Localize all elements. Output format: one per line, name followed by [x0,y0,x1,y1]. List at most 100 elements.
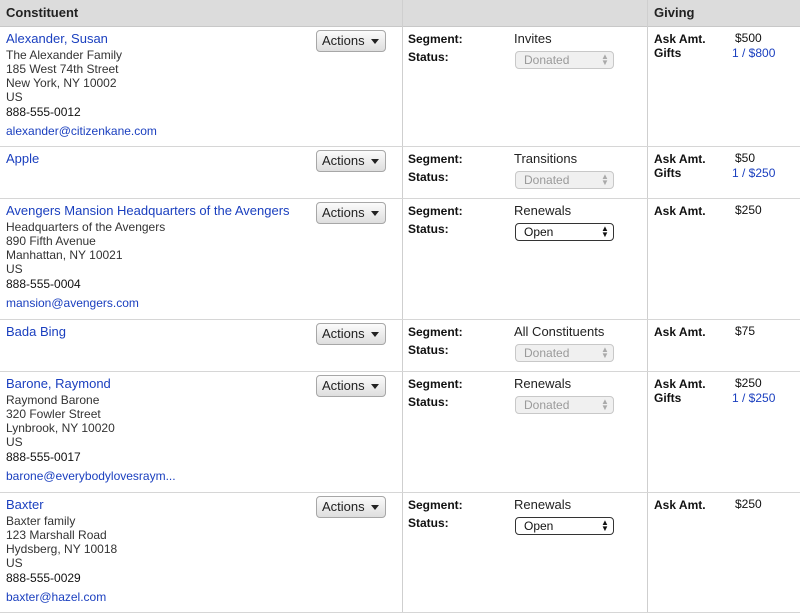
ask-amount-label: Ask Amt. [654,152,706,166]
ask-amount-label: Ask Amt. [654,204,706,218]
ask-amount-value: $50 [735,151,756,165]
table-row: Bada Bing Actions Segment: All Constituents… [0,320,800,372]
table-row: Barone, Raymond Raymond Barone 320 Fowler … [0,372,800,493]
actions-label: Actions [322,153,365,168]
constituent-table: Constituent Giving Alexander, Susan The A… [0,0,800,613]
status-value: Donated [524,53,570,67]
address-line: 320 Fowler Street [6,407,101,421]
constituent-name-link[interactable]: Bada Bing [6,324,66,339]
gifts-label: Gifts [654,166,682,180]
chevron-down-icon [371,332,379,337]
ask-amount-label: Ask Amt. [654,377,706,391]
address-line: 123 Marshall Road [6,528,107,542]
table-header: Constituent Giving [0,0,800,27]
address-line: The Alexander Family [6,48,123,62]
status-select: Donated ▲ ▼ [515,396,614,414]
phone-number: 888-555-0029 [6,571,81,585]
email-link[interactable]: alexander@citizenkane.com [6,124,157,138]
address-line: Lynbrook, NY 10020 [6,421,115,435]
segment-value: Renewals [514,376,572,391]
phone-number: 888-555-0004 [6,277,81,291]
ask-amount-label: Ask Amt. [654,32,706,46]
header-giving: Giving [654,5,695,20]
email-link[interactable]: baxter@hazel.com [6,590,106,604]
select-arrows-icon: ▲ ▼ [601,52,609,67]
status-value: Donated [524,173,570,187]
segment-label: Segment: [408,204,463,218]
segment-value: Invites [514,31,552,46]
actions-label: Actions [322,378,365,393]
ask-amount-value: $500 [735,31,762,45]
constituent-name-link[interactable]: Avengers Mansion Headquarters of the Ave… [6,203,290,218]
constituent-name-link[interactable]: Apple [6,151,39,166]
select-arrows-icon: ▲ ▼ [601,345,609,360]
actions-button[interactable]: Actions [316,202,386,224]
status-label: Status: [408,50,449,64]
address-line: Manhattan, NY 10021 [6,248,123,262]
segment-label: Segment: [408,325,463,339]
status-value: Donated [524,346,570,360]
email-link[interactable]: barone@everybodylovesraym... [6,469,176,483]
actions-button[interactable]: Actions [316,323,386,345]
select-arrows-icon: ▲ ▼ [601,172,609,187]
actions-button[interactable]: Actions [316,150,386,172]
status-select: Donated ▲ ▼ [515,171,614,189]
address-line: US [6,262,23,276]
chevron-down-icon [371,505,379,510]
gifts-link[interactable]: 1 / $250 [732,391,775,405]
status-label: Status: [408,170,449,184]
actions-button[interactable]: Actions [316,30,386,52]
actions-label: Actions [322,499,365,514]
address-line: New York, NY 10002 [6,76,117,90]
segment-value: Renewals [514,497,572,512]
status-value: Open [524,519,554,533]
address-line: Headquarters of the Avengers [6,220,166,234]
actions-button[interactable]: Actions [316,375,386,397]
ask-amount-value: $75 [735,324,756,338]
gifts-label: Gifts [654,46,682,60]
constituent-name-link[interactable]: Alexander, Susan [6,31,108,46]
address-line: 185 West 74th Street [6,62,119,76]
segment-label: Segment: [408,152,463,166]
actions-label: Actions [322,205,365,220]
header-constituent: Constituent [6,5,79,20]
status-value: Donated [524,398,570,412]
segment-value: Renewals [514,203,572,218]
chevron-down-icon [371,211,379,216]
actions-button[interactable]: Actions [316,496,386,518]
address-line: Hydsberg, NY 10018 [6,542,118,556]
select-arrows-icon: ▲ ▼ [601,518,609,533]
chevron-down-icon [371,159,379,164]
phone-number: 888-555-0012 [6,105,81,119]
email-link[interactable]: mansion@avengers.com [6,296,139,310]
segment-value: All Constituents [514,324,605,339]
status-select[interactable]: Open ▲ ▼ [515,223,614,241]
status-label: Status: [408,516,449,530]
segment-label: Segment: [408,377,463,391]
phone-number: 888-555-0017 [6,450,81,464]
ask-amount-label: Ask Amt. [654,325,706,339]
actions-label: Actions [322,326,365,341]
status-value: Open [524,225,554,239]
table-row: Alexander, Susan The Alexander Family 185 … [0,27,800,147]
address-line: Baxter family [6,514,76,528]
select-arrows-icon: ▲ ▼ [601,224,609,239]
status-select: Donated ▲ ▼ [515,344,614,362]
status-label: Status: [408,222,449,236]
gifts-link[interactable]: 1 / $250 [732,166,775,180]
address-line: US [6,435,23,449]
constituent-name-link[interactable]: Baxter [6,497,44,512]
ask-amount-value: $250 [735,497,762,511]
select-arrows-icon: ▲ ▼ [601,397,609,412]
status-select: Donated ▲ ▼ [515,51,614,69]
status-select[interactable]: Open ▲ ▼ [515,517,614,535]
status-label: Status: [408,343,449,357]
address-line: US [6,556,23,570]
constituent-name-link[interactable]: Barone, Raymond [6,376,111,391]
status-label: Status: [408,395,449,409]
table-row: Baxter Baxter family 123 Marshall Road Hyds… [0,493,800,613]
ask-amount-value: $250 [735,203,762,217]
gifts-link[interactable]: 1 / $800 [732,46,775,60]
ask-amount-value: $250 [735,376,762,390]
table-row: Apple Actions Segment: Transitions Status: Do… [0,147,800,199]
